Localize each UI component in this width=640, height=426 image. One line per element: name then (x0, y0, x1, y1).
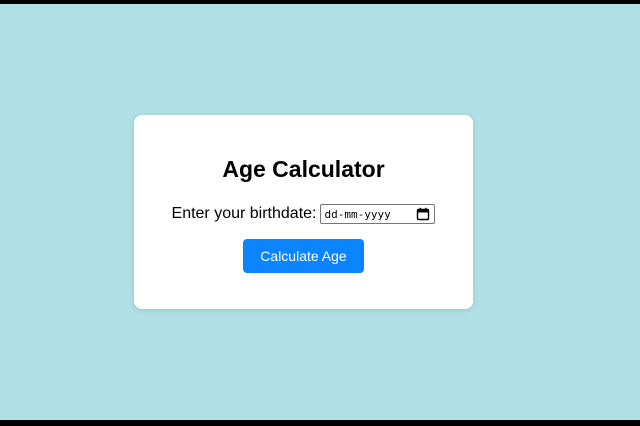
birthdate-label: Enter your birthdate: (171, 205, 317, 222)
birthdate-row: Enter your birthdate: dd-mm-yyyy (134, 203, 473, 225)
calendar-icon[interactable] (416, 207, 430, 221)
birthdate-placeholder: dd-mm-yyyy (324, 207, 391, 221)
calculator-card: Age Calculator Enter your birthdate: dd-… (134, 115, 473, 309)
page-background: Age Calculator Enter your birthdate: dd-… (0, 4, 640, 420)
birthdate-input[interactable]: dd-mm-yyyy (320, 204, 436, 224)
calculate-age-button[interactable]: Calculate Age (243, 239, 364, 273)
page-title: Age Calculator (222, 156, 385, 182)
